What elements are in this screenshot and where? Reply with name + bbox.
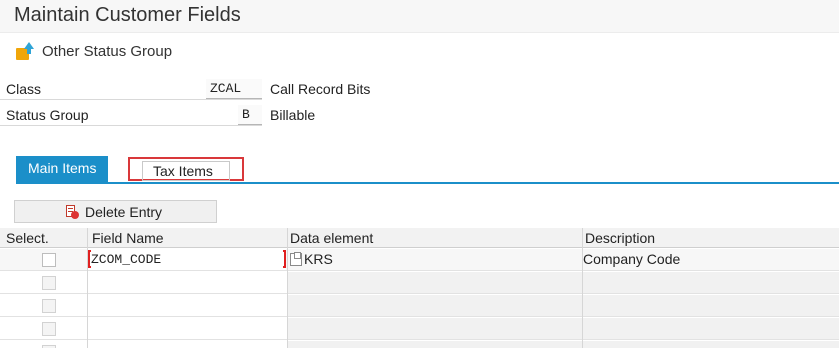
column-divider — [287, 228, 288, 348]
status-group-description: Billable — [270, 107, 316, 123]
status-group-label: Status Group — [6, 107, 89, 123]
title-bar: Maintain Customer Fields — [0, 0, 839, 33]
row-select-checkbox[interactable] — [42, 276, 56, 290]
data-element-value: KRS — [304, 251, 333, 267]
table-row-empty — [0, 341, 839, 348]
status-group-row: Status Group B Billable — [0, 104, 839, 126]
class-field[interactable]: ZCAL — [206, 79, 262, 99]
column-header-description[interactable]: Description — [585, 230, 655, 246]
table-row: ZCOM_CODE KRS Company Code — [0, 249, 839, 271]
page-title: Maintain Customer Fields — [14, 4, 241, 26]
readonly-cells — [288, 272, 839, 293]
class-description: Call Record Bits — [270, 81, 371, 97]
column-divider — [582, 228, 583, 348]
status-group-icon — [14, 41, 36, 61]
class-row: Class ZCAL Call Record Bits — [0, 78, 839, 100]
field-name-cell[interactable]: ZCOM_CODE — [88, 249, 286, 270]
other-status-group-label: Other Status Group — [42, 42, 173, 60]
field-name-input[interactable] — [88, 272, 286, 293]
tab-tax-items[interactable]: Tax Items — [128, 157, 244, 181]
column-divider — [87, 228, 88, 348]
other-status-group-button[interactable]: Other Status Group — [14, 39, 172, 63]
status-group-field[interactable]: B — [238, 105, 262, 125]
status-group-underline — [0, 125, 262, 126]
value-help-icon[interactable] — [290, 252, 302, 266]
readonly-cells — [288, 341, 839, 348]
column-header-field-name[interactable]: Field Name — [92, 230, 164, 246]
tab-underline — [16, 182, 839, 184]
delete-entry-label: Delete Entry — [85, 204, 163, 220]
class-label: Class — [6, 81, 42, 97]
field-name-input[interactable] — [88, 341, 286, 348]
data-element-cell: KRS — [288, 249, 581, 270]
table-header: Select. Field Name Data element Descript… — [0, 228, 839, 248]
table-row-empty — [0, 295, 839, 317]
column-header-data-element[interactable]: Data element — [290, 230, 373, 246]
field-name-value: ZCOM_CODE — [91, 252, 162, 267]
table-row-empty — [0, 318, 839, 340]
row-select-checkbox[interactable] — [42, 253, 56, 267]
column-header-select[interactable]: Select. — [6, 230, 49, 246]
readonly-cells — [288, 318, 839, 339]
row-select-checkbox[interactable] — [42, 322, 56, 336]
table-row-empty — [0, 272, 839, 294]
row-select-checkbox[interactable] — [42, 299, 56, 313]
tab-main-items[interactable]: Main Items — [16, 156, 109, 182]
field-name-input[interactable] — [88, 318, 286, 339]
delete-entry-button[interactable]: Delete Entry — [65, 203, 162, 221]
field-name-input[interactable] — [88, 295, 286, 316]
header-form: Class ZCAL Call Record Bits Status Group… — [0, 78, 839, 146]
delete-row-icon — [65, 205, 79, 219]
fields-table: Select. Field Name Data element Descript… — [0, 228, 839, 348]
class-underline — [0, 99, 262, 100]
table-toolbar: Delete Entry — [14, 200, 217, 223]
description-value: Company Code — [583, 251, 681, 267]
tabstrip: Main Items Tax Items — [0, 152, 839, 184]
application-toolbar: Other Status Group — [0, 34, 839, 70]
tab-tax-items-label: Tax Items — [142, 161, 230, 181]
readonly-cells — [288, 295, 839, 316]
